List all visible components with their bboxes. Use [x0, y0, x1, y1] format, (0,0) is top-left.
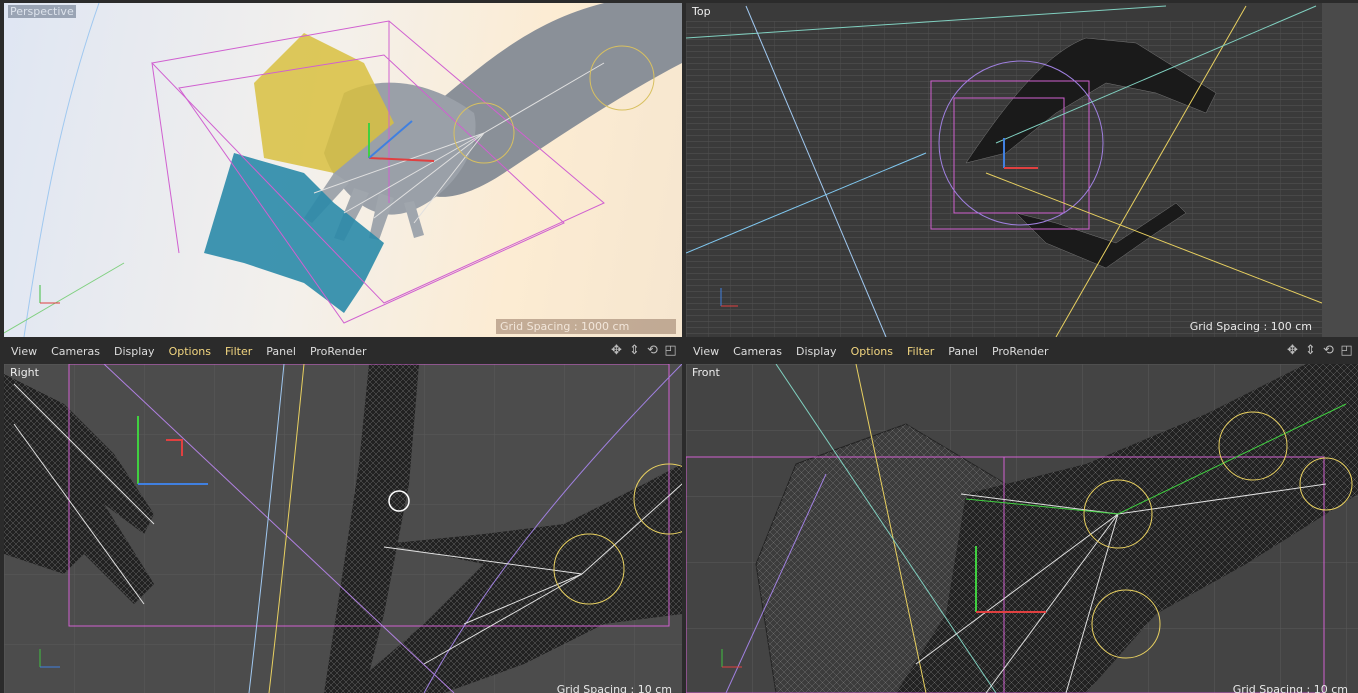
- view-nav-icons: ✥ ⇕ ⟲ ◰: [1285, 343, 1354, 358]
- menu-panel[interactable]: Panel: [259, 345, 303, 358]
- menu-options[interactable]: Options: [162, 345, 218, 358]
- top-viewport[interactable]: Top Grid Spacing : 100 cm: [686, 3, 1322, 337]
- menu-options[interactable]: Options: [844, 345, 900, 358]
- rotate-view-icon[interactable]: ⟲: [645, 343, 660, 358]
- viewport-label: Perspective: [8, 5, 76, 18]
- rotate-view-icon[interactable]: ⟲: [1321, 343, 1336, 358]
- maximize-view-icon[interactable]: ◰: [1339, 343, 1354, 358]
- viewport-label: Right: [10, 366, 39, 379]
- perspective-scene: [4, 3, 682, 337]
- top-viewport-edge: [1322, 3, 1358, 337]
- menu-panel[interactable]: Panel: [941, 345, 985, 358]
- menu-cameras[interactable]: Cameras: [44, 345, 107, 358]
- right-scene: [4, 364, 682, 693]
- viewport-menubar-right: View Cameras Display Options Filter Pane…: [686, 340, 1358, 362]
- grid-spacing-label: Grid Spacing : 1000 cm: [496, 319, 676, 334]
- menu-prorender[interactable]: ProRender: [985, 345, 1056, 358]
- move-view-icon[interactable]: ✥: [1285, 343, 1300, 358]
- grid-spacing-label: Grid Spacing : 10 cm: [1232, 683, 1348, 693]
- front-scene: [686, 364, 1358, 693]
- menu-display[interactable]: Display: [107, 345, 162, 358]
- menu-cameras[interactable]: Cameras: [726, 345, 789, 358]
- grid-spacing-label: Grid Spacing : 100 cm: [1189, 320, 1312, 333]
- viewport-label: Top: [692, 5, 711, 18]
- menu-view[interactable]: View: [4, 345, 44, 358]
- menu-prorender[interactable]: ProRender: [303, 345, 374, 358]
- move-view-icon[interactable]: ✥: [609, 343, 624, 358]
- zoom-view-icon[interactable]: ⇕: [627, 343, 642, 358]
- viewport-menubar-left: View Cameras Display Options Filter Pane…: [4, 340, 682, 362]
- top-scene: [686, 5, 1322, 337]
- maximize-view-icon[interactable]: ◰: [663, 343, 678, 358]
- front-viewport[interactable]: Front Grid Spacing : 10 cm: [686, 364, 1358, 693]
- menu-display[interactable]: Display: [789, 345, 844, 358]
- zoom-view-icon[interactable]: ⇕: [1303, 343, 1318, 358]
- menu-filter[interactable]: Filter: [900, 345, 941, 358]
- viewport-label: Front: [692, 366, 720, 379]
- view-nav-icons: ✥ ⇕ ⟲ ◰: [609, 343, 678, 358]
- perspective-viewport[interactable]: Perspective Grid Spacing : 1000 cm: [4, 3, 682, 337]
- right-viewport[interactable]: Right Grid Spacing : 10 cm: [4, 364, 682, 693]
- menu-filter[interactable]: Filter: [218, 345, 259, 358]
- grid-spacing-label: Grid Spacing : 10 cm: [556, 683, 672, 693]
- menu-view[interactable]: View: [686, 345, 726, 358]
